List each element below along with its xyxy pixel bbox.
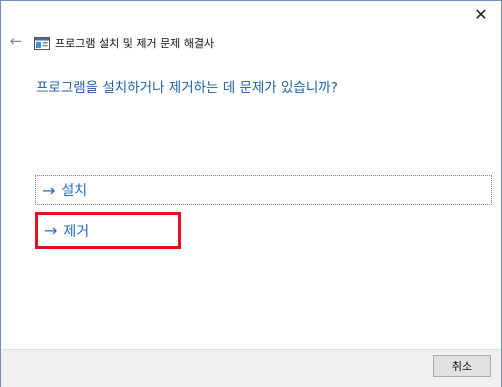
close-button[interactable]: ✕ — [463, 3, 499, 27]
option-install[interactable]: → 설치 — [35, 175, 492, 205]
title-bar: 프로그램 설치 및 제거 문제 해결사 — [34, 34, 214, 52]
back-arrow-icon: ← — [9, 32, 23, 50]
window-title: 프로그램 설치 및 제거 문제 해결사 — [55, 37, 215, 50]
right-arrow-icon: → — [42, 180, 56, 200]
cancel-button[interactable]: 취소 — [433, 355, 491, 377]
back-button[interactable]: ← — [8, 31, 24, 51]
footer-bar — [1, 349, 501, 387]
option-install-label: 설치 — [61, 183, 88, 199]
right-arrow-icon: → — [44, 221, 58, 240]
option-uninstall-label: 제거 — [63, 223, 90, 240]
page-heading: 프로그램을 설치하거나 제거하는 데 문제가 있습니까? — [36, 80, 338, 96]
troubleshooter-window: ✕ ← 프로그램 설치 및 제거 문제 해결사 프로그램을 설치하거나 제거하는… — [0, 0, 502, 387]
option-uninstall[interactable]: → 제거 — [35, 212, 181, 249]
troubleshooter-app-icon — [34, 36, 50, 50]
close-icon: ✕ — [474, 5, 488, 24]
